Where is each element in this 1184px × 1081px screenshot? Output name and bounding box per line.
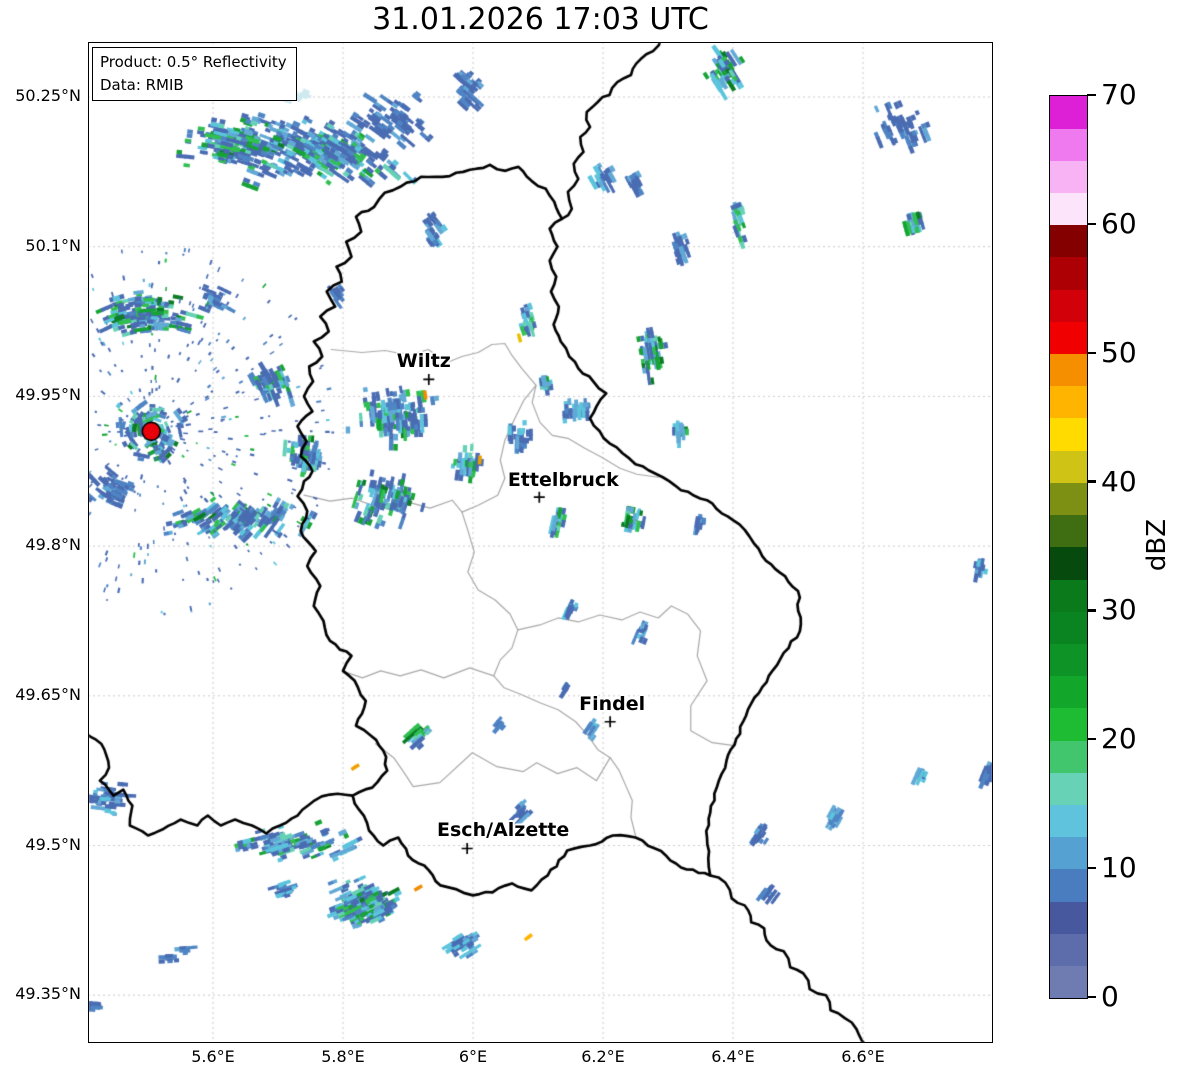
- colorbar-tick-label: 60: [1101, 206, 1137, 240]
- city-label: Ettelbruck: [507, 469, 619, 492]
- data-source-line: Data: RMIB: [100, 75, 184, 94]
- product-info-box: Product: 0.5° Reflectivity Data: RMIB: [92, 47, 297, 101]
- radar-figure: 31.01.2026 17:03 UTC Product: 0.5° Refle…: [0, 0, 1184, 1081]
- colorbar-segment: [1050, 611, 1087, 644]
- colorbar-segment: [1050, 321, 1087, 354]
- colorbar-tick-mark: [1087, 351, 1096, 354]
- y-tick-label: 50.25°N: [15, 86, 81, 105]
- x-tick-label: 6°E: [458, 1047, 488, 1066]
- x-tick-label: 6.4°E: [711, 1047, 755, 1066]
- colorbar-tick-label: 0: [1101, 980, 1119, 1013]
- y-tick-label: 49.95°N: [15, 385, 81, 405]
- colorbar-segment: [1050, 836, 1087, 870]
- colorbar-segment: [1050, 353, 1087, 387]
- colorbar-segment: [1050, 772, 1087, 805]
- colorbar-segment: [1050, 901, 1087, 934]
- x-tick-label: 6.6°E: [841, 1047, 885, 1066]
- colorbar-segment: [1050, 288, 1087, 322]
- colorbar-segment: [1050, 514, 1087, 548]
- x-tick-label: 5.6°E: [191, 1047, 235, 1066]
- colorbar-tick-label: 20: [1101, 722, 1137, 756]
- colorbar-segment: [1050, 965, 1087, 999]
- y-tick-label: 49.5°N: [25, 834, 81, 854]
- colorbar-tick-label: 30: [1101, 593, 1137, 627]
- figure-title: 31.01.2026 17:03 UTC: [372, 2, 709, 37]
- colorbar-segment: [1050, 450, 1087, 483]
- y-tick-label: 49.8°N: [25, 535, 81, 555]
- colorbar-segment: [1050, 192, 1087, 226]
- city-label: Esch/Alzette: [437, 819, 570, 842]
- colorbar-segment: [1050, 804, 1087, 838]
- colorbar-segment: [1050, 933, 1087, 967]
- colorbar-segment: [1050, 675, 1087, 709]
- colorbar-tick-mark: [1087, 738, 1096, 741]
- colorbar-segment: [1050, 95, 1087, 129]
- colorbar-tick-label: 10: [1101, 851, 1137, 885]
- x-tick-label: 5.8°E: [321, 1047, 365, 1066]
- colorbar-tick-mark: [1087, 93, 1096, 97]
- colorbar-tick-label: 50: [1101, 335, 1137, 369]
- colorbar-segment: [1050, 482, 1087, 516]
- colorbar: [1049, 95, 1088, 999]
- y-tick-label: 49.65°N: [15, 684, 81, 704]
- colorbar-tick-label: 40: [1101, 464, 1137, 498]
- colorbar-segment: [1050, 739, 1087, 773]
- colorbar-segment: [1050, 417, 1087, 451]
- colorbar-tick-mark: [1087, 480, 1096, 483]
- colorbar-segment: [1050, 868, 1087, 902]
- city-label: Wiltz: [396, 350, 451, 373]
- colorbar-axis-label: dBZ: [1142, 518, 1172, 572]
- colorbar-tick-mark: [1087, 866, 1096, 870]
- colorbar-segment: [1050, 546, 1087, 580]
- colorbar-segment: [1050, 385, 1087, 419]
- colorbar-tick-mark: [1087, 995, 1096, 999]
- colorbar-segment: [1050, 224, 1087, 258]
- colorbar-segment: [1050, 256, 1087, 290]
- x-tick-label: 6.2°E: [581, 1047, 625, 1066]
- colorbar-tick-mark: [1087, 222, 1096, 226]
- y-tick-label: 50.1°N: [25, 235, 81, 255]
- colorbar-segment: [1050, 127, 1087, 161]
- city-label: Findel: [579, 692, 646, 715]
- colorbar-segment: [1050, 578, 1087, 612]
- colorbar-segment: [1050, 643, 1087, 677]
- colorbar-tick-mark: [1087, 609, 1096, 612]
- colorbar-tick-label: 70: [1101, 78, 1137, 111]
- colorbar-segment: [1050, 160, 1087, 193]
- radar-map-canvas: [0, 0, 1184, 1081]
- y-tick-label: 49.35°N: [15, 984, 81, 1004]
- colorbar-segment: [1050, 707, 1087, 741]
- product-line: Product: 0.5° Reflectivity: [100, 53, 287, 71]
